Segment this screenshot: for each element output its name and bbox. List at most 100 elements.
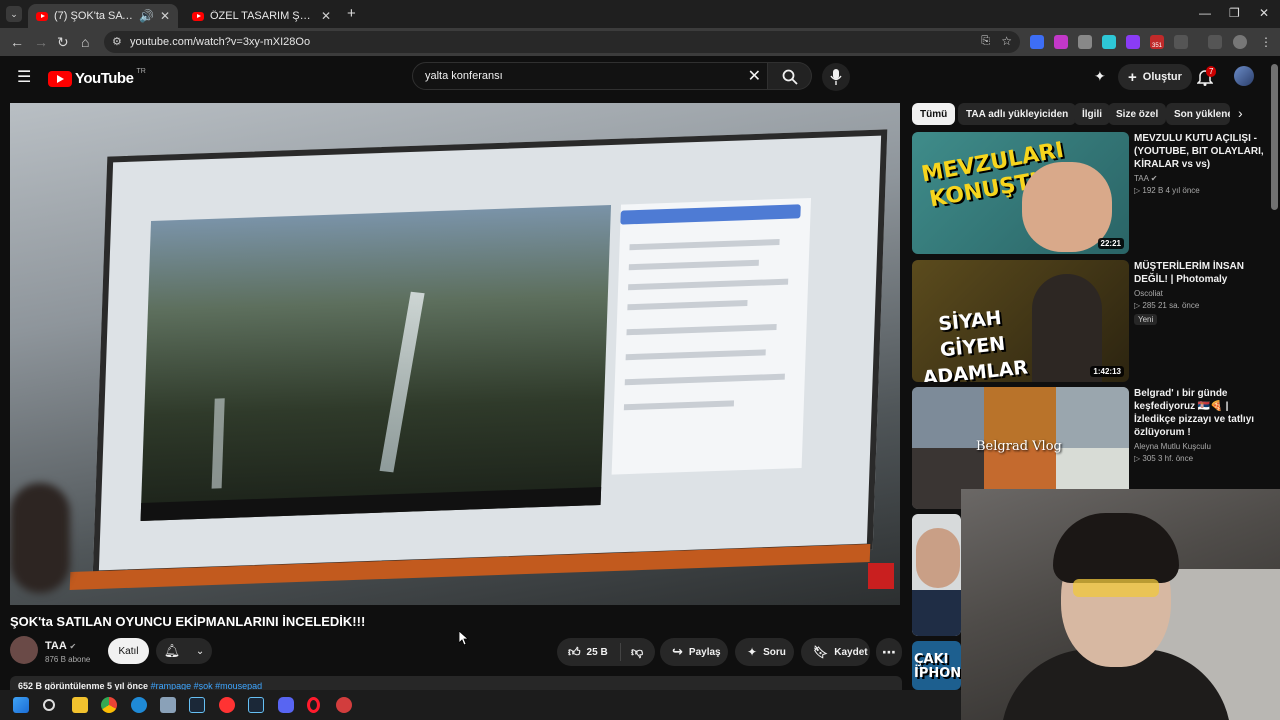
subscriber-count: 876 B abone <box>45 655 91 664</box>
address-bar[interactable]: ⚙ youtube.com/watch?v=3xy-mXI28Oo ⎘ ☆ <box>104 31 1020 53</box>
clear-search-icon[interactable]: ✕ <box>748 66 761 86</box>
steam-icon[interactable] <box>248 697 264 713</box>
recommendation-title[interactable]: MÜŞTERİLERİM İNSAN DEĞİL! | Photomaly <box>1134 260 1269 286</box>
edge-icon[interactable] <box>131 697 147 713</box>
account-avatar[interactable] <box>1234 66 1254 86</box>
search-input[interactable]: yalta konferansı ✕ <box>412 62 768 90</box>
recommendation-channel: Aleyna Mutlu Kuşculu <box>1134 442 1211 451</box>
browser-tab-strip: ⌄ (7) ŞOK'ta SATILAN OYUNCU 🔊 ✕ ÖZEL TAS… <box>0 0 1280 28</box>
chip-recent[interactable]: Son yüklenenler <box>1166 103 1230 125</box>
tab-close-icon[interactable]: ✕ <box>160 9 170 23</box>
like-icon: 👍︎ <box>568 644 581 659</box>
mouse-cursor-icon <box>459 631 469 645</box>
recommendation-title[interactable]: Belgrad' ı bir günde keşfediyoruz 🇷🇸🍕 | … <box>1134 387 1269 439</box>
like-button[interactable]: 👍︎ 25 B <box>557 643 621 661</box>
sparkle-icon: ✦ <box>747 645 758 659</box>
share-button[interactable]: ↪ Paylaş <box>660 638 728 666</box>
browser-tab[interactable]: ÖZEL TASARIM ŞEF BIÇAĞINI İN ✕ <box>184 4 339 28</box>
back-icon[interactable]: ← <box>10 34 24 50</box>
reading-list-icon[interactable] <box>1208 35 1222 49</box>
reload-icon[interactable]: ↻ <box>57 34 69 50</box>
discord-icon[interactable] <box>278 697 294 713</box>
ask-button[interactable]: ✦ Soru <box>735 638 794 666</box>
chip-for-you[interactable]: Size özel <box>1108 103 1167 125</box>
extension-icon[interactable] <box>1030 35 1044 49</box>
video-thumbnail[interactable]: MEVZULARI KONUŞTUK 22:21 <box>912 132 1129 254</box>
thumbnail-text: Belgrad Vlog <box>976 439 1062 454</box>
site-info-icon[interactable]: ⚙ <box>112 35 122 48</box>
extension-icon[interactable] <box>1126 35 1140 49</box>
create-button[interactable]: + Oluştur <box>1118 64 1192 90</box>
page-scrollbar[interactable] <box>1271 64 1278 210</box>
channel-name[interactable]: TAA ✔ <box>45 640 76 652</box>
recommendation-meta: ▷ 305 3 hf. önce <box>1134 454 1194 463</box>
recommendation-item[interactable]: SİYAH GİYEN ADAMLAR GELDİ 1:42:13 MÜŞTER… <box>912 260 1272 382</box>
thumbnail-tile <box>912 387 984 448</box>
chip-all[interactable]: Tümü <box>912 103 956 125</box>
save-button[interactable]: 🔖︎ Kaydet <box>801 638 870 666</box>
channel-avatar[interactable] <box>10 636 38 664</box>
tab-search-button[interactable]: ⌄ <box>6 6 22 22</box>
thumbnail-text: ÇAKI İPHONE <box>914 652 961 681</box>
chat-line <box>629 239 780 251</box>
search-icon <box>782 69 798 85</box>
recommendation-title[interactable]: MEVZULU KUTU AÇILIŞI - (YOUTUBE, BIT OLA… <box>1134 132 1269 171</box>
bookmark-star-icon[interactable]: ☆ <box>1001 34 1012 48</box>
voice-search-button[interactable] <box>822 63 850 91</box>
thumbnail-text: SİYAH GİYEN ADAMLAR GELDİ <box>921 306 1029 382</box>
create-label: Oluştur <box>1142 71 1182 83</box>
home-icon[interactable]: ⌂ <box>81 34 89 50</box>
filmed-player-controls <box>140 486 602 522</box>
verified-icon: ✔ <box>69 642 77 651</box>
yandex-icon[interactable] <box>219 697 235 713</box>
subscription-bell-button[interactable]: 🔔︎ ⌄ <box>156 638 212 664</box>
minimize-icon[interactable]: — <box>1199 6 1211 20</box>
opera-icon[interactable] <box>307 697 320 713</box>
extension-icon[interactable] <box>1054 35 1068 49</box>
recommendation-channel: TAA ✔ <box>1134 174 1269 183</box>
chrome-icon[interactable] <box>101 697 117 713</box>
video-thumbnail[interactable] <box>912 514 961 636</box>
streamer-glasses <box>1073 579 1159 597</box>
extension-badge-icon[interactable]: 351 <box>1150 35 1164 49</box>
forward-icon[interactable]: → <box>34 34 48 50</box>
extensions-puzzle-icon[interactable] <box>1174 35 1188 49</box>
new-tab-icon[interactable]: + <box>347 5 356 22</box>
app-icon[interactable] <box>336 697 352 713</box>
window-close-icon[interactable]: ✕ <box>1259 6 1269 20</box>
browser-menu-icon[interactable]: ⋮ <box>1260 34 1272 50</box>
speaker-icon: 🔊 <box>138 9 154 23</box>
tab-close-icon[interactable]: ✕ <box>321 9 331 23</box>
extension-icon[interactable] <box>1102 35 1116 49</box>
chevron-right-icon[interactable]: › <box>1238 105 1243 121</box>
search-icon[interactable] <box>43 699 55 711</box>
tab-title: (7) ŞOK'ta SATILAN OYUNCU <box>54 10 133 22</box>
chat-line <box>623 400 735 411</box>
recommendation-item[interactable]: MEVZULARI KONUŞTUK 22:21 MEVZULU KUTU AÇ… <box>912 132 1272 254</box>
youtube-logo[interactable]: YouTube TR <box>48 68 146 87</box>
install-app-icon[interactable]: ⎘ <box>981 35 990 48</box>
browser-tab-active[interactable]: (7) ŞOK'ta SATILAN OYUNCU 🔊 ✕ <box>28 4 178 28</box>
recommendation-info: Belgrad' ı bir günde keşfediyoruz 🇷🇸🍕 | … <box>1134 387 1269 463</box>
dislike-icon[interactable]: 👎︎ <box>631 645 643 660</box>
video-player[interactable] <box>10 103 900 605</box>
chip-related[interactable]: İlgili <box>1074 103 1110 125</box>
restore-icon[interactable]: ❐ <box>1229 6 1240 20</box>
chat-line <box>624 373 785 386</box>
file-explorer-icon[interactable] <box>72 697 88 713</box>
profile-icon[interactable] <box>1233 35 1247 49</box>
search-button[interactable] <box>768 62 812 90</box>
store-icon[interactable] <box>160 697 176 713</box>
join-button[interactable]: Katıl <box>108 638 149 664</box>
video-thumbnail[interactable]: SİYAH GİYEN ADAMLAR GELDİ 1:42:13 <box>912 260 1129 382</box>
chip-from-uploader[interactable]: TAA adlı yükleyiciden <box>958 103 1077 125</box>
menu-icon[interactable]: ☰ <box>17 67 31 87</box>
extension-icon[interactable] <box>1078 35 1092 49</box>
windows-start-icon[interactable] <box>13 697 29 713</box>
recommendation-channel: Oscoliat <box>1134 289 1163 298</box>
shorts-icon[interactable]: ✦ <box>1094 68 1106 85</box>
steam-icon[interactable] <box>189 697 205 713</box>
recommendation-info: MEVZULU KUTU AÇILIŞI - (YOUTUBE, BIT OLA… <box>1134 132 1269 195</box>
more-actions-button[interactable]: ⋯ <box>876 638 902 666</box>
video-thumbnail[interactable]: ÇAKI İPHONE <box>912 641 961 690</box>
